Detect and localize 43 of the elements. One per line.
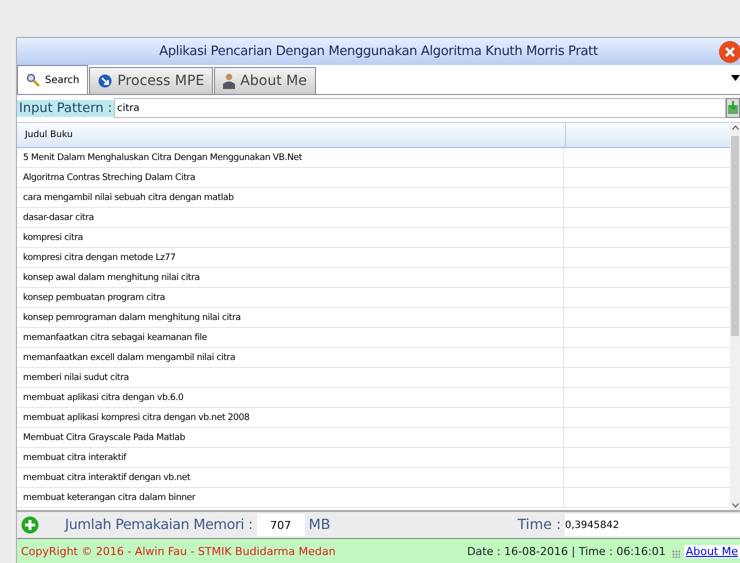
table-cell: dasar-dasar citra (17, 208, 564, 227)
table-cell: membuat citra interaktif (17, 448, 564, 467)
add-icon[interactable] (21, 516, 39, 534)
close-icon[interactable] (723, 45, 737, 59)
memory-value: 707 (256, 514, 305, 536)
table-cell: konsep pemrograman dalam menghitung nilai citra (17, 308, 564, 327)
table-cell: membuat aplikasi kompresi citra dengan vb.net 2008 (17, 408, 564, 427)
table-cell: Algoritma Contras Streching Dalam Citra (17, 168, 564, 187)
table-cell: membuat aplikasi citra dengan vb.6.0 (17, 388, 564, 407)
tab[interactable]: About Me (214, 67, 316, 94)
save-button[interactable] (726, 98, 740, 118)
scroll-up-icon[interactable] (732, 125, 738, 130)
copyright-text: CopyRight © 2016 - Alwin Fau - STMIK Budidarma Medan (20, 544, 337, 558)
input-field[interactable]: citra (114, 98, 726, 118)
tab[interactable]: Search (17, 65, 88, 94)
person-icon (223, 73, 236, 89)
table-cell: konsep awal dalam menghitung nilai citra (17, 268, 564, 287)
window-title: Aplikasi Pencarian Dengan Menggunakan Algoritma Knuth Morris Pratt (159, 44, 598, 59)
memory-label: Jumlah Pemakaian Memori : (65, 517, 253, 533)
search-icon (26, 73, 40, 87)
table-cell: memberi nilai sudut citra (17, 368, 564, 387)
tab[interactable]: Process MPE (89, 67, 214, 94)
unit-label: MB (308, 517, 332, 533)
dropdown-icon[interactable] (731, 75, 740, 81)
table-cell: Membuat Citra Grayscale Pada Matlab (17, 428, 564, 447)
scrollbar-thumb[interactable] (731, 136, 739, 336)
about-link[interactable]: About Me (684, 544, 740, 558)
resize-grip-icon[interactable] (672, 550, 680, 558)
arrow-icon (98, 74, 112, 88)
time-label: Time : (518, 517, 561, 533)
table-cell: membuat citra interaktif dengan vb.net (17, 468, 564, 487)
table-cell: konsep pembuatan program citra (17, 288, 564, 307)
table-cell: 5 Menit Dalam Menghaluskan Citra Dengan Menggunakan VB.Net (17, 148, 564, 167)
time-value: 0,3945842 (565, 514, 740, 536)
table-cell: cara mengambil nilai sebuah citra dengan matlab (17, 188, 564, 207)
table-cell: kompresi citra (17, 228, 564, 247)
scroll-down-icon[interactable] (732, 503, 738, 508)
table-cell: kompresi citra dengan metode Lz77 (17, 248, 564, 267)
field-label: Input Pattern : (17, 100, 114, 116)
datetime-text: Date : 16-08-2016 | Time : 06:16:01 (467, 544, 666, 558)
table-cell: memanfaatkan excell dalam mengambil nilai citra (17, 348, 564, 367)
table-cell: memanfaatkan citra sebagai keamanan file (17, 328, 564, 347)
table-cell: membuat keterangan citra dalam binner (17, 488, 564, 507)
